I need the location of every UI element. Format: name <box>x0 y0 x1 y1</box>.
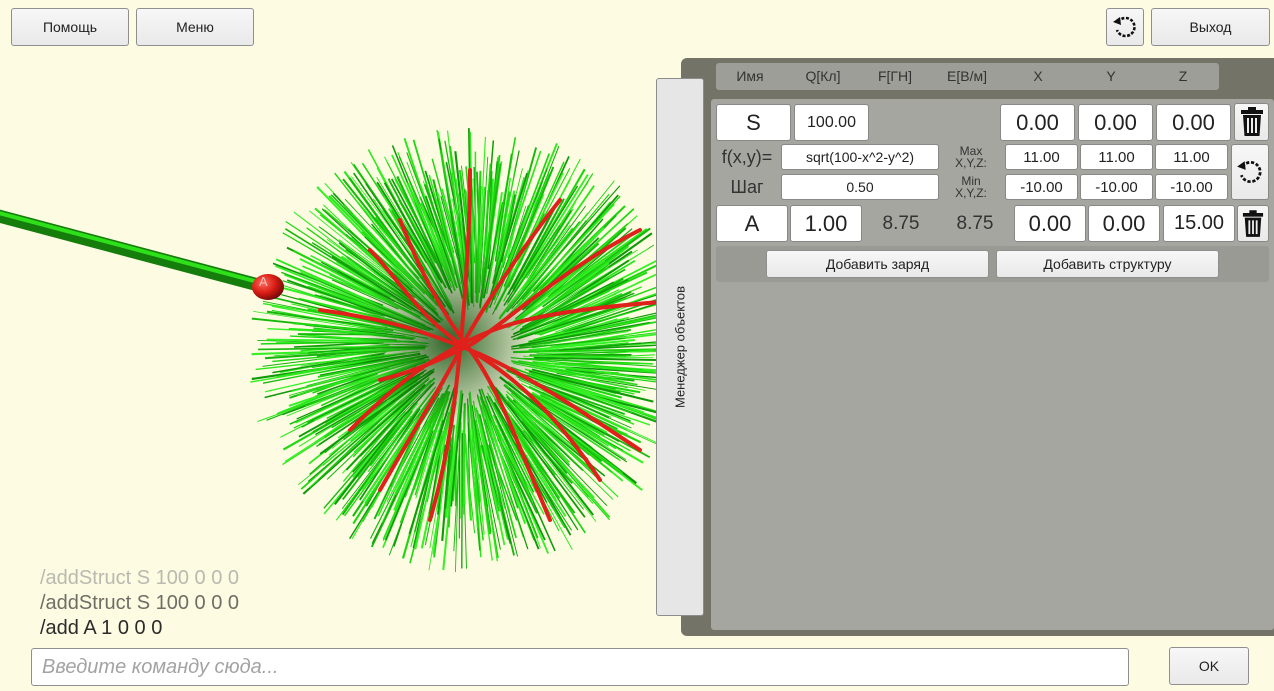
object-manager-tab[interactable]: Менеджер объектов <box>656 78 704 616</box>
header-force: F[ГН] <box>877 68 913 84</box>
command-input[interactable] <box>31 648 1129 686</box>
charge-name-field[interactable]: A <box>716 205 788 242</box>
header-name: Имя <box>736 68 764 84</box>
trash-icon <box>1240 107 1263 136</box>
delete-structure-button[interactable] <box>1234 103 1269 141</box>
max-z-field[interactable]: 11.00 <box>1155 144 1228 170</box>
charge-z-field[interactable]: 15.00 <box>1163 205 1235 242</box>
header-field: E[В/м] <box>947 68 987 84</box>
structure-z-field[interactable]: 0.00 <box>1156 104 1231 141</box>
structure-core-shadow <box>355 245 545 435</box>
min-y-field[interactable]: -10.00 <box>1080 174 1153 200</box>
step-label: Шаг <box>730 176 764 197</box>
max-x-field[interactable]: 11.00 <box>1005 144 1078 170</box>
charge-rod-highlight <box>0 211 264 285</box>
delete-charge-button[interactable] <box>1237 205 1269 242</box>
function-label: f(x,y)= <box>721 146 773 167</box>
header-charge: Q[Кл] <box>805 68 841 84</box>
charge-y-field[interactable]: 0.00 <box>1088 205 1160 242</box>
rotate-ccw-icon <box>1113 16 1136 38</box>
charge-a-sphere[interactable] <box>252 274 284 300</box>
help-button[interactable]: Помощь <box>11 8 129 46</box>
min-z-field[interactable]: -10.00 <box>1155 174 1228 200</box>
charge-a-label: A <box>259 274 268 289</box>
structure-name-field[interactable]: S <box>716 104 791 141</box>
log-line: /addStruct S 100 0 0 0 <box>40 592 240 614</box>
charge-field-value: 8.75 <box>956 212 994 234</box>
field-visualization[interactable]: A <box>0 50 740 610</box>
max-y-field[interactable]: 11.00 <box>1080 144 1153 170</box>
ok-button[interactable]: OK <box>1169 647 1249 685</box>
menu-button[interactable]: Меню <box>136 8 254 46</box>
structure-x-field[interactable]: 0.00 <box>1000 104 1075 141</box>
max-label: Max X,Y,Z: <box>955 144 987 170</box>
trash-icon <box>1242 209 1264 237</box>
add-charge-button[interactable]: Добавить заряд <box>766 250 989 278</box>
structure-charge-field[interactable]: 100.00 <box>794 104 869 141</box>
header-x: X <box>1033 68 1043 84</box>
charge-q-field[interactable]: 1.00 <box>790 205 862 242</box>
header-z: Z <box>1178 68 1188 84</box>
charge-x-field[interactable]: 0.00 <box>1014 205 1086 242</box>
charge-force-value: 8.75 <box>882 212 920 234</box>
header-y: Y <box>1106 68 1116 84</box>
step-field[interactable]: 0.50 <box>781 174 939 200</box>
log-line: /addStruct S 100 0 0 0 <box>40 567 240 589</box>
table-header: Имя Q[Кл] F[ГН] E[В/м] X Y Z <box>716 63 1219 90</box>
structure-y-field[interactable]: 0.00 <box>1078 104 1153 141</box>
exit-button[interactable]: Выход <box>1151 8 1270 46</box>
field-vector <box>460 421 462 519</box>
min-label: Min X,Y,Z: <box>955 174 987 200</box>
reset-view-button[interactable] <box>1106 8 1144 46</box>
rotate-ccw-icon <box>1237 161 1262 183</box>
min-x-field[interactable]: -10.00 <box>1005 174 1078 200</box>
function-field[interactable]: sqrt(100-x^2-y^2) <box>781 144 939 170</box>
add-structure-button[interactable]: Добавить структуру <box>996 250 1219 278</box>
log-line: /add A 1 0 0 0 <box>40 617 163 639</box>
rebuild-structure-button[interactable] <box>1231 144 1269 200</box>
object-manager-tab-label: Менеджер объектов <box>672 285 688 409</box>
